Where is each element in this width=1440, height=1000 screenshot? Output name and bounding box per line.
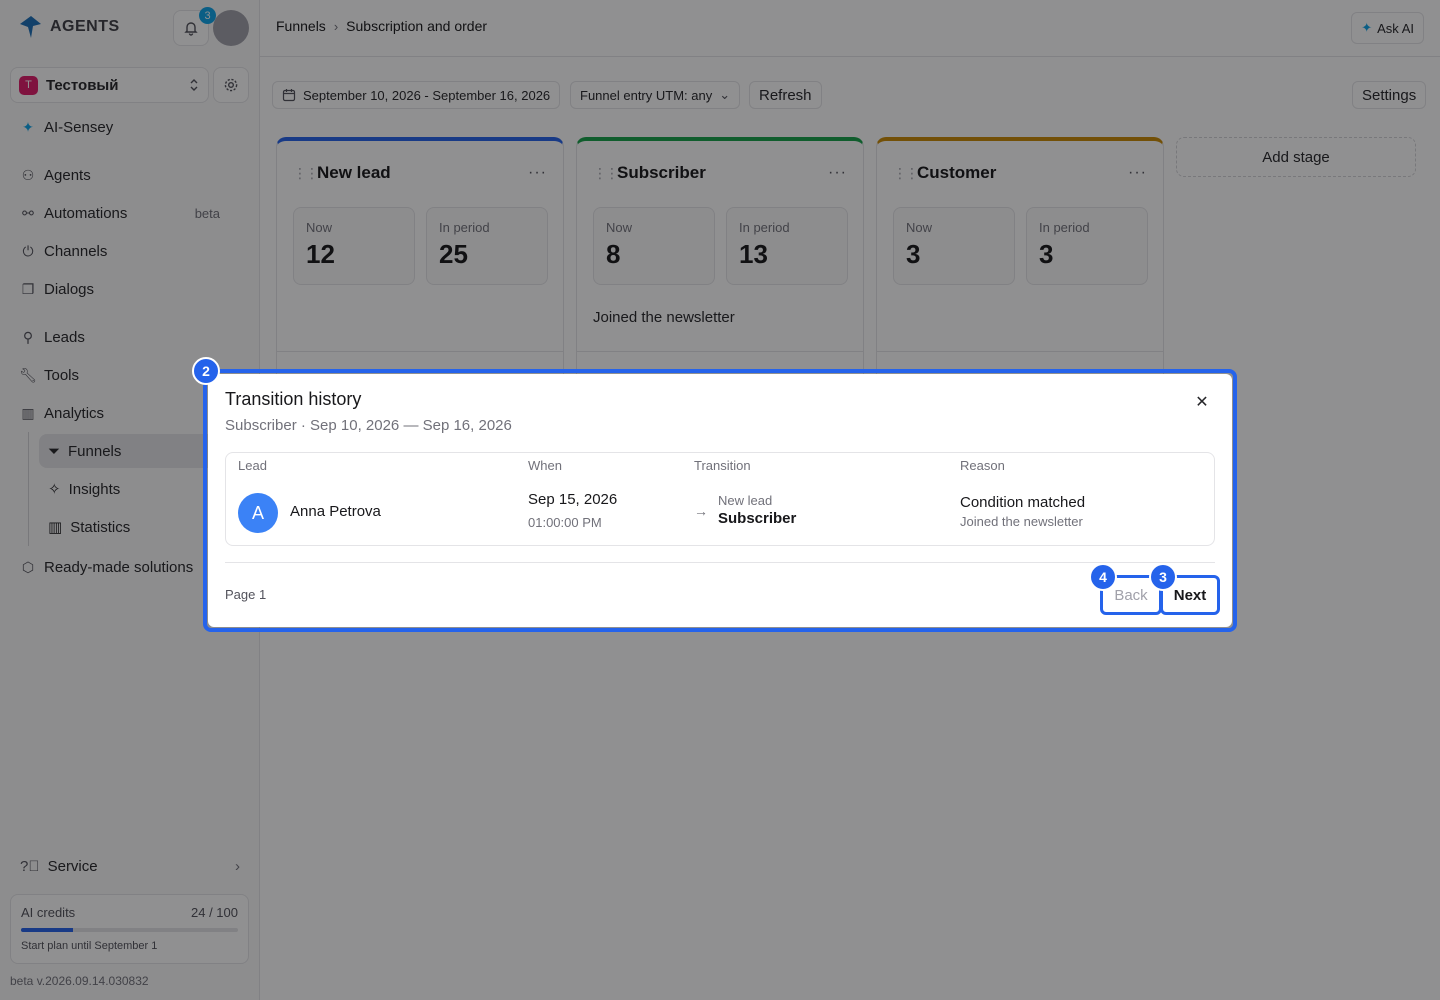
- transition-from: New lead: [718, 493, 773, 508]
- transition-time: 01:00:00 PM: [528, 515, 602, 530]
- divider: [225, 562, 1215, 563]
- column-header-lead: Lead: [238, 458, 267, 473]
- page-indicator: Page 1: [225, 587, 267, 602]
- annotation-marker: 4: [1089, 563, 1117, 591]
- modal-subtitle: Subscriber · Sep 10, 2026 — Sep 16, 2026: [225, 417, 512, 434]
- annotation-marker: 3: [1149, 563, 1177, 591]
- transition-date: Sep 15, 2026: [528, 491, 618, 508]
- lead-name[interactable]: Anna Petrova: [290, 503, 381, 520]
- modal-title: Transition history: [225, 389, 362, 409]
- transition-to: Subscriber: [718, 510, 797, 527]
- transitions-table: Lead When Transition Reason A Anna Petro…: [225, 452, 1215, 546]
- annotation-marker: 2: [192, 357, 220, 385]
- column-header-transition: Transition: [694, 458, 751, 473]
- arrow-right-icon: →: [694, 503, 708, 519]
- lead-avatar: A: [238, 493, 278, 533]
- close-icon[interactable]: ✕: [1192, 392, 1212, 412]
- column-header-reason: Reason: [960, 458, 1005, 473]
- reason: Condition matched: [960, 494, 1086, 511]
- column-header-when: When: [528, 458, 562, 473]
- reason-detail: Joined the newsletter: [960, 514, 1083, 529]
- transition-history-modal: Transition history Subscriber · Sep 10, …: [208, 374, 1232, 627]
